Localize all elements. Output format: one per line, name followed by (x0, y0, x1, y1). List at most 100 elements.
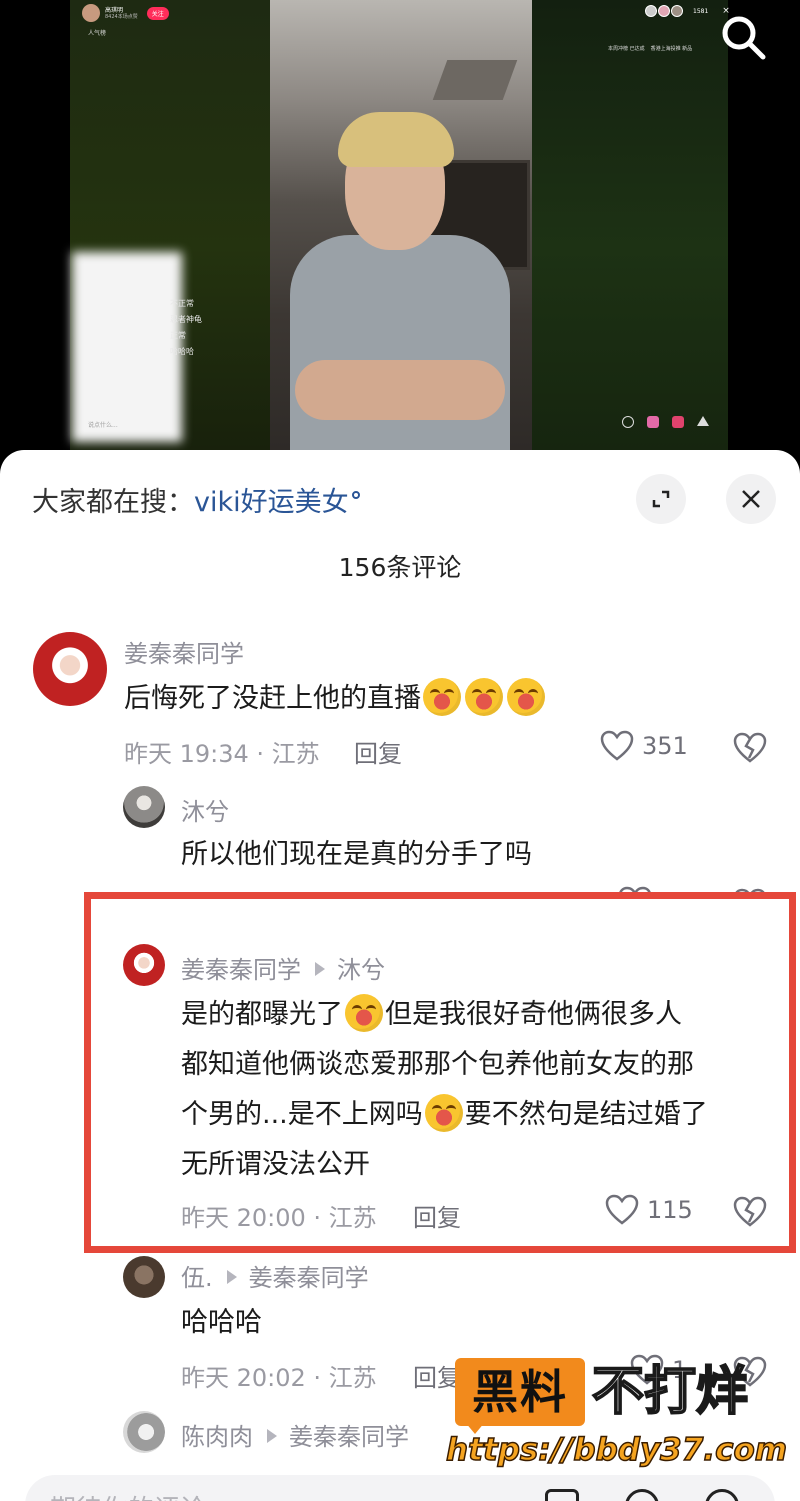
laugh-cry-emoji-icon (424, 1093, 463, 1132)
comment-author-name[interactable]: 陈肉肉 (181, 1423, 253, 1451)
chat-message: 不正常 (170, 299, 194, 308)
reply-button[interactable]: 回复 (413, 1198, 461, 1233)
like-button[interactable]: 351 (600, 730, 688, 762)
emoji-icon[interactable] (705, 1489, 739, 1501)
viewer-avatar (658, 5, 670, 17)
comment-text: 所以他们现在是真的分手了吗 (181, 839, 532, 870)
center-stream-panel (270, 0, 532, 450)
broken-heart-icon[interactable] (733, 732, 767, 764)
comment-text-body: 但是我很好奇他俩很多人 (385, 999, 682, 1030)
reply-button[interactable]: 回复 (354, 734, 402, 769)
comment-author[interactable]: 姜秦秦同学 (124, 634, 244, 669)
viewer-avatar (671, 5, 683, 17)
image-icon[interactable] (545, 1489, 579, 1501)
comment-line: 是的都曝光了 但是我很好奇他俩很多人 (181, 990, 708, 1040)
viewer-avatar (645, 5, 657, 17)
ceiling-light (432, 60, 518, 100)
search-small-icon (351, 491, 360, 499)
expand-button[interactable] (636, 474, 686, 524)
comment-author[interactable]: 姜秦秦同学 沐兮 (181, 950, 385, 985)
reply-arrow-icon (226, 1270, 237, 1284)
shopping-icon[interactable] (672, 416, 684, 428)
chat-message: 哈哈哈 (170, 347, 194, 356)
comment-author[interactable]: 伍. 姜秦秦同学 (181, 1258, 369, 1293)
comment-input[interactable]: 期待你的评论 (50, 1489, 206, 1501)
comment-line: 无所谓没法公开 (181, 1149, 370, 1180)
comment-text: 是的都曝光了 但是我很好奇他俩很多人 都知道他俩谈恋爱那那个包养他前女友的那 个男… (181, 990, 708, 1190)
host-avatar[interactable] (82, 4, 100, 22)
trending-search-prefix: 大家都在搜： (32, 487, 194, 518)
blurred-region (72, 252, 182, 442)
avatar[interactable] (33, 632, 107, 706)
watermark-text: 不打烊 (591, 1361, 749, 1423)
avatar[interactable] (123, 1411, 165, 1453)
comment-meta: 昨天 20:00 · 江苏 (181, 1204, 377, 1232)
comment-author-name[interactable]: 伍. (181, 1264, 213, 1292)
broken-heart-icon[interactable] (733, 1196, 767, 1228)
like-count: 351 (642, 732, 688, 760)
heart-icon (600, 730, 634, 761)
live-host-info[interactable]: 高琪明 8424本场点赞 关注 (82, 4, 169, 22)
reply-to-name[interactable]: 姜秦秦同学 (249, 1264, 369, 1292)
comment-sheet: 大家都在搜：viki好运美女 156条评论 姜秦秦同学 后悔死了没赶上他的直播 … (0, 450, 800, 1501)
reply-to-name[interactable]: 姜秦秦同学 (289, 1423, 409, 1451)
live-tag[interactable]: 香港上海投推 新品 (651, 46, 693, 53)
like-button[interactable]: 115 (605, 1194, 693, 1226)
gift-icon[interactable] (647, 416, 659, 428)
comment-author[interactable]: 沐兮 (181, 792, 229, 827)
watermark-url: https://bbdy37.com (445, 1431, 788, 1469)
streamer-hair (338, 112, 454, 167)
reply-to-name[interactable]: 沐兮 (337, 956, 385, 984)
comment-input-bar[interactable]: 期待你的评论 (25, 1475, 775, 1501)
close-icon (742, 490, 760, 508)
avatar[interactable] (123, 1256, 165, 1298)
live-actions (622, 416, 709, 428)
expand-icon (652, 490, 670, 508)
live-stream-video[interactable]: 高琪明 8424本场点赞 关注 人气榜 1581 × 本周冲榜 已达成 香港上海… (0, 0, 800, 460)
comment-text-body: 后悔死了没赶上他的直播 (124, 683, 421, 714)
trending-search-query[interactable]: viki好运美女 (194, 487, 349, 518)
watermark-bubble: 黑料 (455, 1358, 585, 1426)
reply-button[interactable]: 回复 (413, 1358, 461, 1393)
right-stream-panel (532, 0, 728, 450)
live-tag[interactable]: 本周冲榜 已达成 (608, 46, 645, 53)
chat-message: 忍者神龟 (170, 315, 202, 324)
search-icon[interactable] (718, 12, 768, 62)
trending-search[interactable]: 大家都在搜：viki好运美女 (32, 480, 360, 519)
avatar[interactable] (123, 786, 165, 828)
avatar[interactable] (123, 944, 165, 986)
follow-button[interactable]: 关注 (146, 6, 169, 20)
close-button[interactable] (726, 474, 776, 524)
comment-meta: 昨天 20:02 · 江苏 (181, 1364, 377, 1392)
live-tags: 本周冲榜 已达成 香港上海投推 新品 (608, 46, 728, 53)
clock-icon[interactable] (622, 416, 634, 428)
reply-arrow-icon (267, 1429, 277, 1443)
comment-text-body: 要不然句是结过婚了 (464, 1099, 708, 1130)
laugh-cry-emoji-icon (507, 677, 545, 716)
laugh-cry-emoji-icon (423, 677, 461, 716)
comment-text: 哈哈哈 (181, 1307, 262, 1338)
comment-meta: 昨天 19:34 · 江苏 (124, 740, 320, 768)
laugh-cry-emoji-icon (345, 993, 383, 1032)
comment-line: 都知道他俩谈恋爱那那个包养他前女友的那 (181, 1049, 694, 1080)
popularity-rank[interactable]: 人气榜 (88, 28, 106, 37)
laugh-cry-emoji-icon (465, 677, 503, 716)
like-count: 115 (647, 1196, 693, 1224)
comment-text-body: 个男的...是不上网吗 (181, 1099, 423, 1130)
chat-message: 正常 (170, 331, 186, 340)
comment-count: 156条评论 (338, 553, 462, 582)
reply-arrow-icon (315, 962, 325, 976)
streamer-arms (295, 360, 505, 420)
host-likes: 8424本场点赞 (105, 13, 138, 20)
comment-author-name[interactable]: 姜秦秦同学 (181, 956, 301, 984)
comment-text-body: 是的都曝光了 (181, 999, 343, 1030)
heart-icon (605, 1194, 639, 1225)
comment-line: 个男的...是不上网吗 要不然句是结过婚了 (181, 1090, 708, 1140)
comment-author[interactable]: 陈肉肉 姜秦秦同学 (181, 1417, 409, 1452)
comment-text: 后悔死了没赶上他的直播 (124, 674, 547, 724)
share-icon[interactable] (697, 416, 709, 426)
at-icon[interactable] (625, 1489, 659, 1501)
live-chat: 不正常 忍者神龟 正常 哈哈哈 (170, 296, 202, 360)
live-chat-input[interactable]: 说点什么... (88, 420, 118, 429)
viewer-count: 1581 (693, 7, 709, 15)
